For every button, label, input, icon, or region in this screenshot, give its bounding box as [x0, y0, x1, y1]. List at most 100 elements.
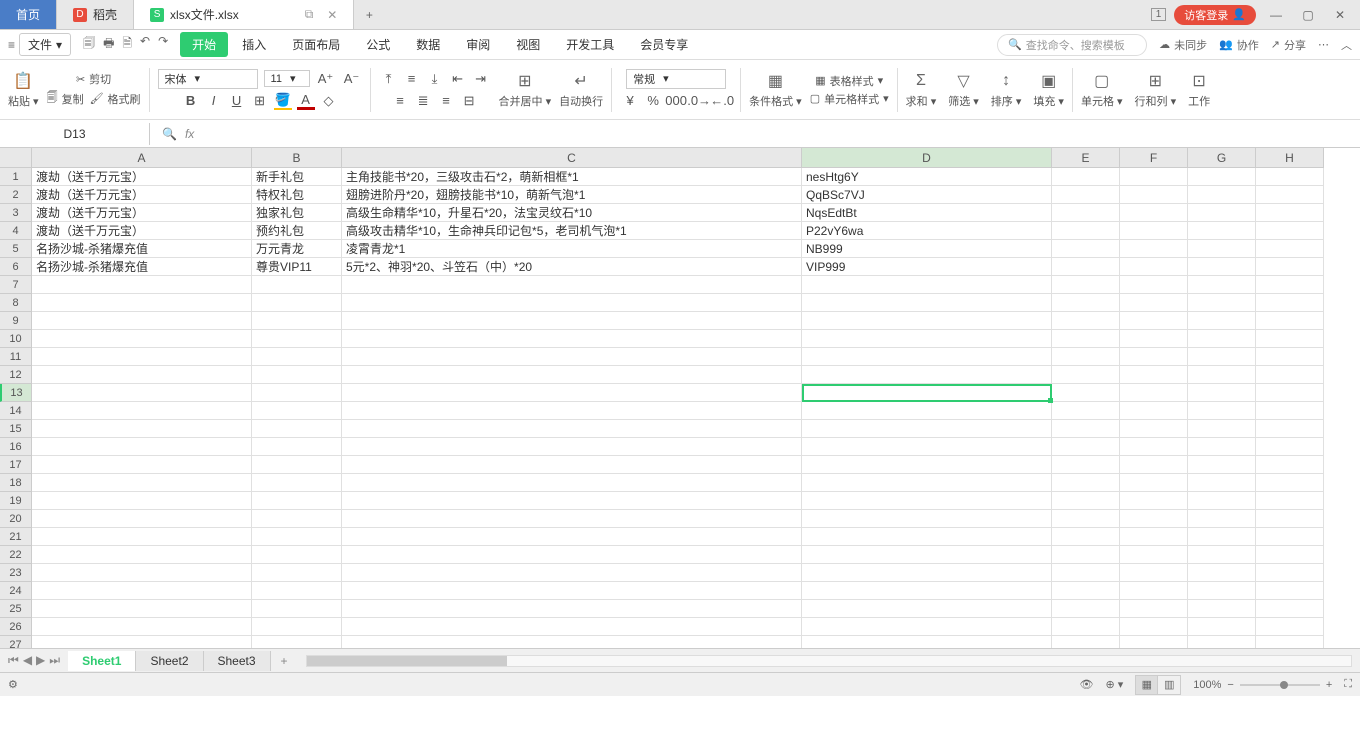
cell[interactable] — [252, 384, 342, 402]
cell[interactable] — [1188, 312, 1256, 330]
cell[interactable] — [1256, 474, 1324, 492]
cell[interactable] — [342, 636, 802, 648]
cell[interactable] — [1188, 258, 1256, 276]
qat-undo-icon[interactable]: ↶ — [140, 34, 150, 55]
cell[interactable] — [1120, 600, 1188, 618]
border-button[interactable]: ⊞ — [250, 91, 270, 111]
paste-button[interactable]: 📋 粘贴 ▾ — [8, 71, 39, 109]
row-header[interactable]: 10 — [0, 330, 32, 348]
row-header[interactable]: 15 — [0, 420, 32, 438]
ribbon-tab[interactable]: 插入 — [230, 32, 278, 57]
row-header[interactable]: 24 — [0, 582, 32, 600]
sheet-prev-icon[interactable]: ◀ — [23, 653, 32, 668]
cell[interactable] — [1120, 510, 1188, 528]
cell[interactable]: NqsEdtBt — [802, 204, 1052, 222]
cell[interactable]: NB999 — [802, 240, 1052, 258]
cell[interactable]: 渡劫（送千万元宝） — [32, 204, 252, 222]
sync-button[interactable]: ☁未同步 — [1159, 37, 1207, 53]
cell[interactable] — [342, 438, 802, 456]
row-header[interactable]: 8 — [0, 294, 32, 312]
cell[interactable] — [32, 618, 252, 636]
cell[interactable] — [1120, 564, 1188, 582]
decrease-font-icon[interactable]: A⁻ — [342, 69, 362, 89]
cell-style-button[interactable]: ▢单元格样式 ▾ — [810, 91, 889, 107]
cell[interactable] — [1052, 600, 1120, 618]
cell[interactable] — [32, 528, 252, 546]
view-normal-button[interactable]: ▦ — [1136, 676, 1158, 694]
more-menu-icon[interactable]: ⋯ — [1318, 38, 1329, 51]
format-painter-button[interactable]: 🖌格式刷 — [90, 91, 141, 107]
qat-print-icon[interactable]: 🖶 — [103, 34, 114, 55]
cell[interactable] — [1120, 186, 1188, 204]
cell[interactable] — [1256, 582, 1324, 600]
ribbon-tab[interactable]: 数据 — [404, 32, 452, 57]
comma-icon[interactable]: 000 — [666, 91, 686, 111]
bold-button[interactable]: B — [181, 91, 201, 111]
cell[interactable] — [1188, 510, 1256, 528]
tab-popout-icon[interactable]: ⧉ — [305, 7, 314, 22]
cell[interactable] — [1052, 204, 1120, 222]
row-header[interactable]: 25 — [0, 600, 32, 618]
ribbon-tab[interactable]: 视图 — [504, 32, 552, 57]
cell[interactable] — [802, 366, 1052, 384]
cell[interactable] — [1052, 420, 1120, 438]
cell[interactable] — [802, 546, 1052, 564]
percent-icon[interactable]: % — [643, 91, 663, 111]
column-header[interactable]: D — [802, 148, 1052, 168]
cell[interactable] — [252, 276, 342, 294]
cell[interactable]: 万元青龙 — [252, 240, 342, 258]
cell[interactable] — [1188, 456, 1256, 474]
cell[interactable] — [1052, 366, 1120, 384]
cell[interactable] — [1188, 582, 1256, 600]
cell[interactable] — [252, 636, 342, 648]
cell[interactable] — [802, 636, 1052, 648]
cell[interactable] — [32, 294, 252, 312]
zoom-label[interactable]: 100% — [1193, 679, 1221, 691]
row-header[interactable]: 1 — [0, 168, 32, 186]
cell[interactable]: P22vY6wa — [802, 222, 1052, 240]
cell[interactable] — [32, 330, 252, 348]
align-center-icon[interactable]: ≣ — [413, 91, 433, 111]
cancel-fx-icon[interactable]: 🔍 — [162, 127, 177, 141]
cell[interactable] — [1256, 546, 1324, 564]
eye-icon[interactable]: 👁 — [1080, 678, 1094, 691]
decimal-dec-icon[interactable]: ←.0 — [712, 91, 732, 111]
cell[interactable] — [1120, 582, 1188, 600]
cell[interactable] — [342, 456, 802, 474]
cell[interactable] — [252, 294, 342, 312]
sheet-first-icon[interactable]: ⏮ — [8, 653, 19, 668]
cell[interactable] — [802, 420, 1052, 438]
fullscreen-icon[interactable]: ⛶ — [1344, 678, 1352, 691]
tab-home[interactable]: 首页 — [0, 0, 57, 29]
cell[interactable] — [1188, 186, 1256, 204]
cell[interactable] — [1188, 222, 1256, 240]
minimize-button[interactable]: — — [1264, 3, 1288, 27]
cell[interactable] — [1052, 582, 1120, 600]
cell[interactable] — [252, 474, 342, 492]
column-header[interactable]: A — [32, 148, 252, 168]
ribbon-tab[interactable]: 开始 — [180, 32, 228, 57]
tab-file[interactable]: S xlsx文件.xlsx ⧉ ✕ — [134, 0, 354, 29]
close-button[interactable]: ✕ — [1328, 3, 1352, 27]
cell[interactable] — [1256, 510, 1324, 528]
row-header[interactable]: 18 — [0, 474, 32, 492]
align-left-icon[interactable]: ≡ — [390, 91, 410, 111]
cell[interactable] — [1256, 384, 1324, 402]
cell[interactable] — [802, 510, 1052, 528]
cell[interactable] — [802, 402, 1052, 420]
cell[interactable] — [1188, 366, 1256, 384]
cell[interactable] — [1052, 240, 1120, 258]
cell[interactable] — [32, 546, 252, 564]
cell[interactable] — [802, 438, 1052, 456]
cell[interactable] — [1188, 636, 1256, 648]
cell[interactable] — [32, 492, 252, 510]
row-header[interactable]: 6 — [0, 258, 32, 276]
cell[interactable] — [342, 420, 802, 438]
cell[interactable] — [1256, 492, 1324, 510]
cell[interactable] — [252, 492, 342, 510]
cell[interactable] — [1120, 312, 1188, 330]
sheet-add-button[interactable]: + — [271, 654, 298, 668]
view-page-button[interactable]: ▥ — [1158, 676, 1180, 694]
cell[interactable] — [32, 312, 252, 330]
share-button[interactable]: ↗分享 — [1271, 37, 1306, 53]
